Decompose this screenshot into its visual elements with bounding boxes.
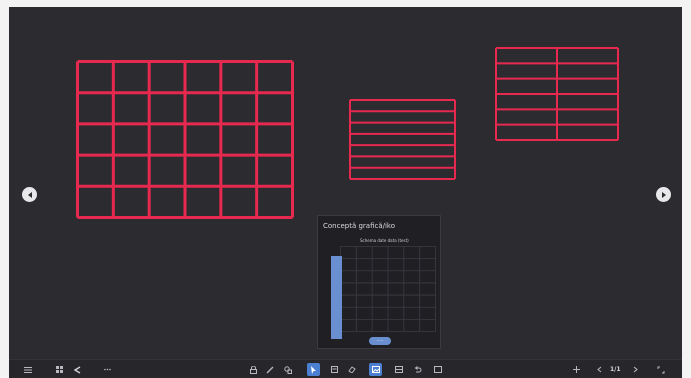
next-page-small-icon[interactable] bbox=[629, 363, 642, 376]
table-right[interactable] bbox=[495, 47, 619, 141]
prev-page-button[interactable] bbox=[22, 187, 37, 202]
panel-title: Conceptă grafică/iko bbox=[323, 222, 396, 230]
chart-widget-panel[interactable]: Conceptă grafică/iko Schema date data (t… bbox=[317, 215, 441, 349]
whiteboard-canvas[interactable]: Conceptă grafică/iko Schema date data (t… bbox=[9, 7, 682, 378]
bottom-toolbar: 1/1 bbox=[9, 359, 682, 378]
table-large[interactable] bbox=[76, 60, 294, 219]
panel-caption: Schema date data (test) bbox=[360, 238, 409, 243]
eraser-icon[interactable] bbox=[345, 363, 358, 376]
lock-icon[interactable] bbox=[247, 363, 260, 376]
menu-icon[interactable] bbox=[21, 363, 34, 376]
expand-icon[interactable] bbox=[654, 363, 667, 376]
prev-page-small-icon[interactable] bbox=[593, 363, 606, 376]
share-icon[interactable] bbox=[71, 363, 84, 376]
note-icon[interactable] bbox=[328, 363, 341, 376]
panel-toggle-button[interactable]: ····· bbox=[369, 337, 391, 345]
grid-icon[interactable] bbox=[53, 363, 66, 376]
chevron-left-icon bbox=[27, 191, 32, 198]
image-icon[interactable] bbox=[369, 363, 382, 376]
layout-icon[interactable] bbox=[392, 363, 405, 376]
more-icon[interactable] bbox=[101, 363, 114, 376]
page-indicator: 1/1 bbox=[610, 366, 621, 373]
add-page-icon[interactable] bbox=[570, 363, 583, 376]
panel-chart-area bbox=[340, 246, 436, 336]
shapes-icon[interactable] bbox=[281, 363, 294, 376]
panel-bar bbox=[331, 256, 342, 339]
undo-icon[interactable] bbox=[411, 363, 424, 376]
redo-icon[interactable] bbox=[431, 363, 444, 376]
chevron-right-icon bbox=[661, 191, 666, 198]
select-icon[interactable] bbox=[307, 363, 320, 376]
next-page-button[interactable] bbox=[656, 187, 671, 202]
table-medium[interactable] bbox=[349, 99, 456, 180]
pen-icon[interactable] bbox=[263, 363, 276, 376]
